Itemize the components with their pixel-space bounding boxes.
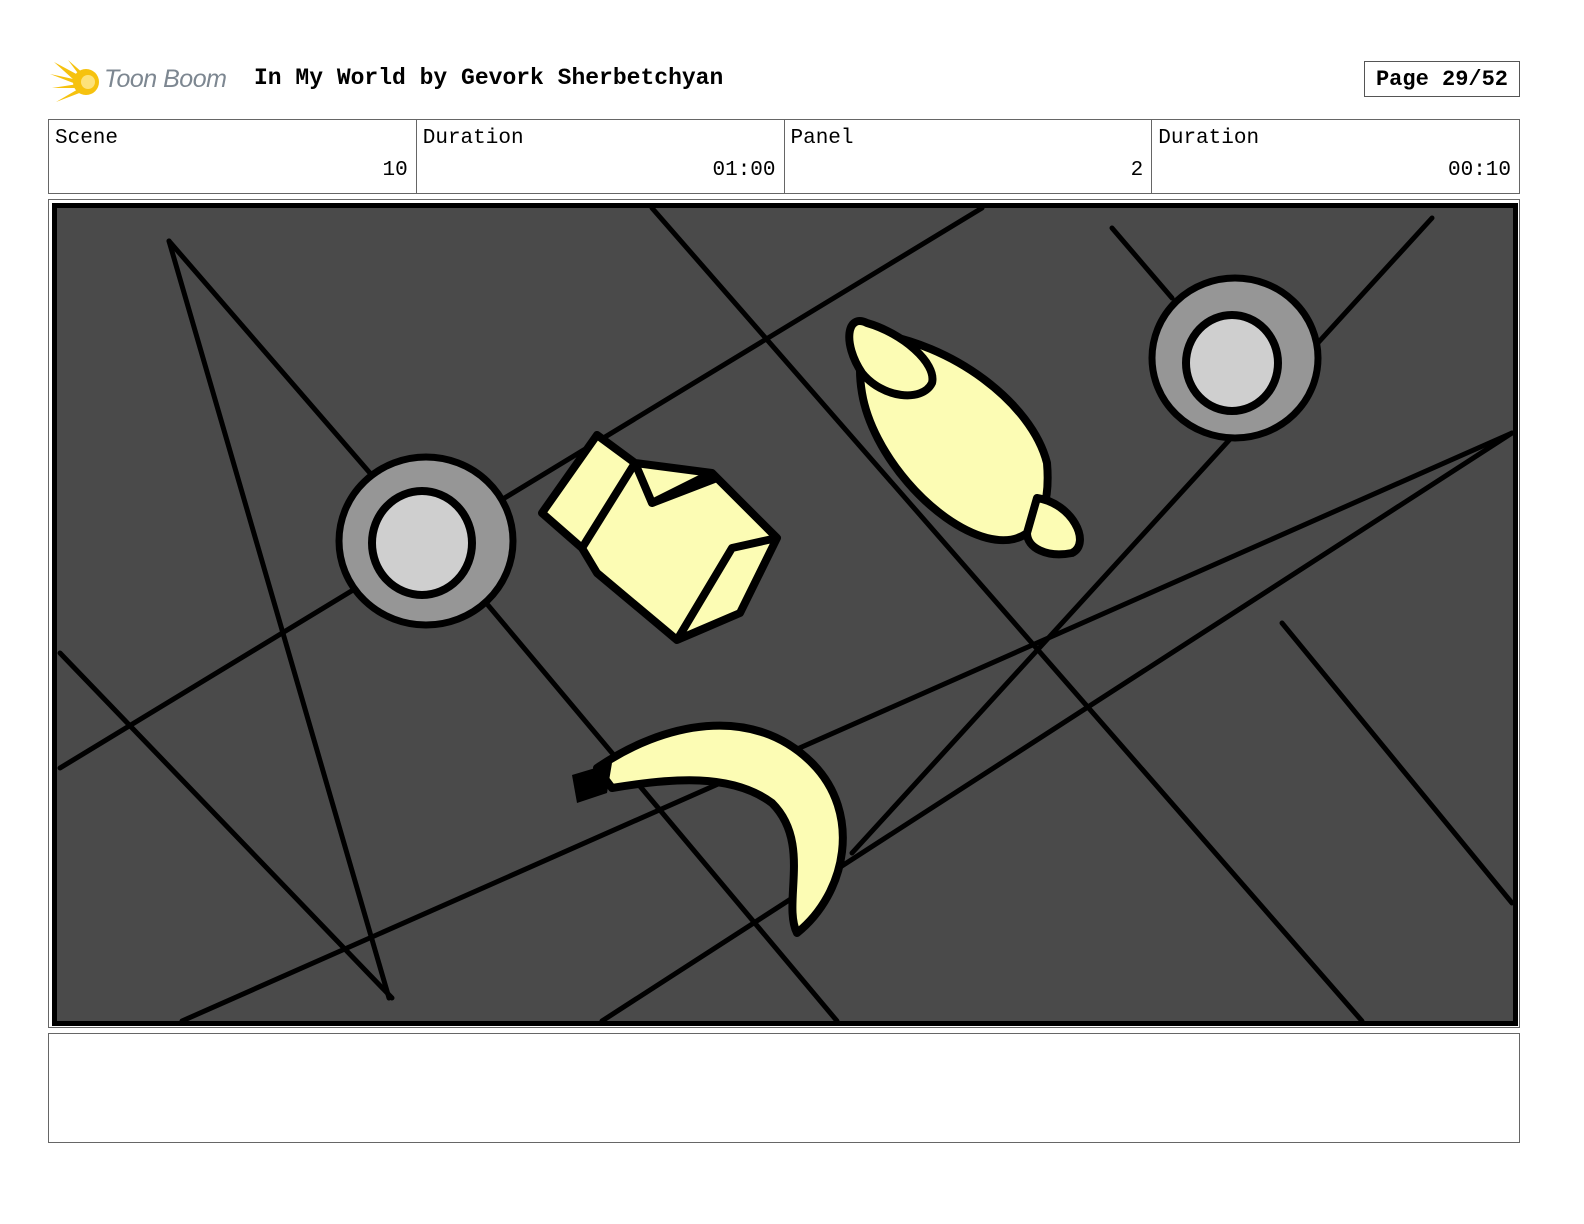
scene-value: 10 xyxy=(382,159,408,182)
storyboard-panel xyxy=(48,199,1520,1028)
panel-notes xyxy=(48,1033,1520,1143)
panel-label: Panel xyxy=(790,127,854,150)
scene-duration-label: Duration xyxy=(422,127,524,150)
scene-cell: Scene 10 xyxy=(49,120,417,193)
panel-duration-label: Duration xyxy=(1158,127,1260,150)
storyboard-title: In My World by Gevork Sherbetchyan xyxy=(254,65,724,91)
left-plate xyxy=(335,453,517,629)
panel-drawing xyxy=(52,203,1518,1026)
sunburst-icon xyxy=(50,60,99,102)
panel-cell: Panel 2 xyxy=(785,120,1153,193)
scene-duration-value: 01:00 xyxy=(712,159,776,182)
panel-duration-value: 00:10 xyxy=(1447,159,1511,182)
logo-text: Toon Boom xyxy=(104,65,227,93)
page-number: Page 29/52 xyxy=(1364,61,1520,97)
page-header: Toon Boom In My World by Gevork Sherbetc… xyxy=(48,56,1520,104)
scene-info-bar: Scene 10 Duration 01:00 Panel 2 Duration… xyxy=(48,119,1520,194)
toon-boom-logo: Toon Boom xyxy=(48,56,248,104)
panel-duration-cell: Duration 00:10 xyxy=(1152,120,1519,193)
right-plate xyxy=(1148,274,1322,442)
scene-duration-cell: Duration 01:00 xyxy=(417,120,785,193)
panel-value: 2 xyxy=(1130,159,1144,182)
scene-label: Scene xyxy=(55,127,119,150)
